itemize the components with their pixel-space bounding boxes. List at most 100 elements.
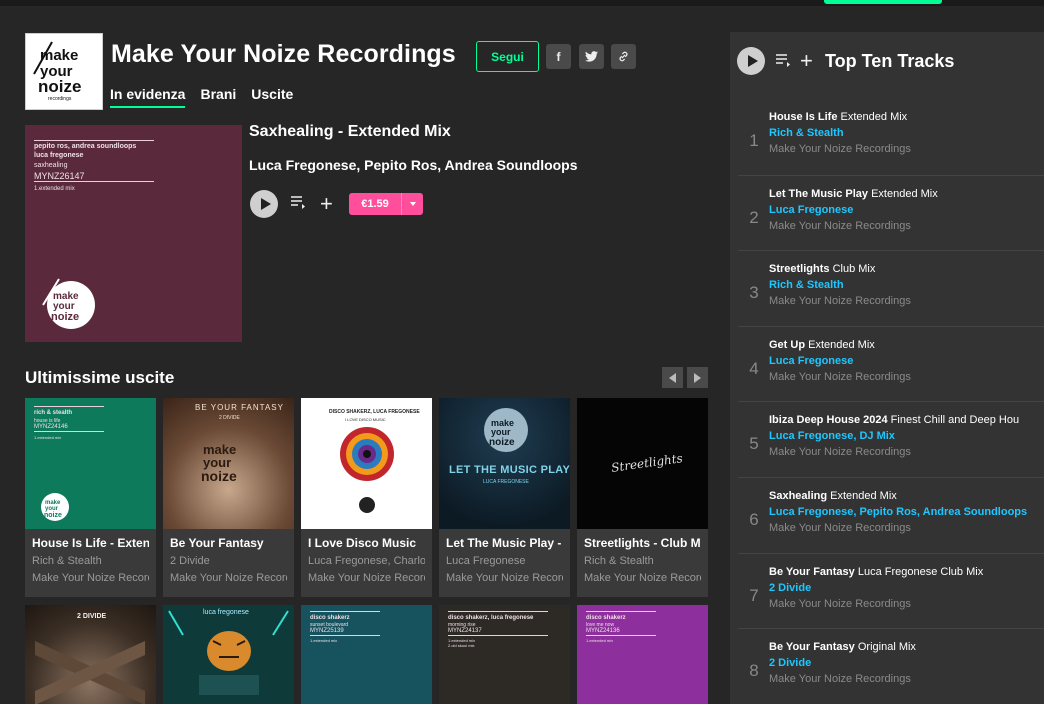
track-rank: 1: [749, 131, 759, 150]
track-artists[interactable]: 2 Divide: [769, 657, 811, 669]
track-artists[interactable]: Luca Fregonese: [769, 204, 853, 216]
carousel-prev-button[interactable]: [662, 367, 683, 388]
release-title[interactable]: I Love Disco Music: [308, 536, 425, 550]
release-card[interactable]: DISCO SHAKERZ, LUCA FREGONESE I LOVE DIS…: [301, 398, 432, 597]
track-artists[interactable]: 2 Divide: [769, 582, 811, 594]
track-label[interactable]: Make Your Noize Recordings: [769, 371, 911, 383]
svg-text:noize: noize: [489, 437, 515, 448]
release-title[interactable]: House Is Life - Exten: [32, 536, 149, 550]
track-artists[interactable]: Luca Fregonese, DJ Mix: [769, 430, 895, 442]
release-title[interactable]: Streetlights - Club M: [584, 536, 701, 550]
top-ten-row[interactable]: 3 Streetlights Club Mix Rich & Stealth M…: [738, 250, 1044, 325]
top-ten-row[interactable]: 6 Saxhealing Extended Mix Luca Fregonese…: [738, 477, 1044, 552]
track-artists[interactable]: Rich & Stealth: [769, 127, 844, 139]
top-ten-row[interactable]: 8 Be Your Fantasy Original Mix 2 Divide …: [738, 628, 1044, 703]
track-title[interactable]: Be Your Fantasy Luca Fregonese Club Mix: [769, 566, 1044, 578]
release-label[interactable]: Make Your Noize Record: [308, 572, 425, 584]
top-ten-row[interactable]: 5 Ibiza Deep House 2024 Finest Chill and…: [738, 401, 1044, 476]
featured-artwork[interactable]: pepito ros, andrea soundloops luca frego…: [25, 125, 242, 342]
track-title[interactable]: Saxhealing Extended Mix: [769, 490, 1044, 502]
release-label[interactable]: Make Your Noize Record: [170, 572, 287, 584]
track-title[interactable]: Ibiza Deep House 2024 Finest Chill and D…: [769, 414, 1044, 426]
carousel-next-button[interactable]: [687, 367, 708, 388]
art-text: MYNZ24136: [586, 628, 620, 634]
facebook-share-button[interactable]: f: [546, 44, 571, 69]
track-artists[interactable]: Luca Fregonese: [769, 355, 853, 367]
top-ten-play-button[interactable]: [737, 47, 765, 75]
top-ten-row[interactable]: 4 Get Up Extended Mix Luca Fregonese Mak…: [738, 326, 1044, 401]
featured-track-title[interactable]: Saxhealing - Extended Mix: [249, 123, 451, 141]
release-card[interactable]: disco shakerz, luca fregonese morning ri…: [439, 605, 570, 704]
svg-text:noize: noize: [201, 468, 237, 484]
art-text: LUCA FREGONESE: [483, 479, 529, 485]
track-label[interactable]: Make Your Noize Recordings: [769, 295, 911, 307]
link-icon: [619, 51, 628, 62]
buy-price-button[interactable]: €1.59: [349, 193, 423, 215]
release-card[interactable]: make your noize LET THE MUSIC PLAY LUCA …: [439, 398, 570, 597]
svg-text:noize: noize: [51, 311, 79, 323]
top-ten-row[interactable]: 1 House Is Life Extended Mix Rich & Stea…: [738, 99, 1044, 174]
release-title[interactable]: Be Your Fantasy: [170, 536, 287, 550]
svg-text:your: your: [491, 427, 511, 437]
track-title[interactable]: Get Up Extended Mix: [769, 339, 1044, 351]
track-title[interactable]: Let The Music Play Extended Mix: [769, 188, 1044, 200]
tab-tracks[interactable]: Brani: [200, 86, 236, 108]
add-to-queue-icon[interactable]: [776, 54, 792, 68]
track-title[interactable]: Be Your Fantasy Original Mix: [769, 641, 1044, 653]
add-to-playlist-icon[interactable]: +: [320, 193, 333, 215]
copy-link-button[interactable]: [611, 44, 636, 69]
release-artist[interactable]: Rich & Stealth: [32, 555, 149, 567]
track-rank: 2: [749, 208, 759, 227]
release-artist[interactable]: Rich & Stealth: [584, 555, 701, 567]
release-card[interactable]: disco shakerz love me now MYNZ24136 1.ex…: [577, 605, 708, 704]
track-label[interactable]: Make Your Noize Recordings: [769, 143, 911, 155]
release-label[interactable]: Make Your Noize Record: [584, 572, 701, 584]
top-ten-row[interactable]: 7 Be Your Fantasy Luca Fregonese Club Mi…: [738, 553, 1044, 628]
release-card[interactable]: rich & stealth house is life MYNZ24146 1…: [25, 398, 156, 597]
tab-featured[interactable]: In evidenza: [110, 86, 186, 108]
release-card[interactable]: luca fregonese: [163, 605, 294, 704]
add-to-queue-icon[interactable]: [291, 196, 307, 210]
release-card[interactable]: 2 DIVIDE: [25, 605, 156, 704]
twitter-share-button[interactable]: [579, 44, 604, 69]
release-artwork: Streetlights: [577, 398, 708, 529]
arrow-left-icon: [669, 372, 676, 383]
art-crossed-arms-icon: [35, 641, 145, 704]
follow-button[interactable]: Segui: [476, 41, 539, 72]
art-tiger-dj-icon: [168, 610, 289, 695]
track-title[interactable]: House Is Life Extended Mix: [769, 111, 1044, 123]
release-artist[interactable]: Luca Fregonese, Charlot: [308, 555, 425, 567]
featured-track-artists[interactable]: Luca Fregonese, Pepito Ros, Andrea Sound…: [249, 157, 578, 173]
price-label: €1.59: [361, 198, 389, 210]
release-artist[interactable]: 2 Divide: [170, 555, 287, 567]
release-artist[interactable]: Luca Fregonese: [446, 555, 563, 567]
price-dropdown-toggle[interactable]: [401, 193, 423, 215]
art-title: saxhealing: [34, 162, 68, 169]
track-label[interactable]: Make Your Noize Recordings: [769, 446, 911, 458]
svg-text:make: make: [40, 47, 78, 64]
art-disco-icon: [340, 427, 394, 481]
release-artwork: disco shakerz sunset boulevard MYNZ25139…: [301, 605, 432, 704]
release-label[interactable]: Make Your Noize Record: [446, 572, 563, 584]
track-label[interactable]: Make Your Noize Recordings: [769, 673, 911, 685]
track-artists[interactable]: Rich & Stealth: [769, 279, 844, 291]
art-text: MYNZ24146: [34, 424, 68, 430]
track-artists[interactable]: Luca Fregonese, Pepito Ros, Andrea Sound…: [769, 506, 1027, 518]
release-card[interactable]: disco shakerz sunset boulevard MYNZ25139…: [301, 605, 432, 704]
release-artwork: disco shakerz, luca fregonese morning ri…: [439, 605, 570, 704]
featured-play-button[interactable]: [250, 190, 278, 218]
track-label[interactable]: Make Your Noize Recordings: [769, 220, 911, 232]
top-ten-row[interactable]: 2 Let The Music Play Extended Mix Luca F…: [738, 175, 1044, 250]
track-title[interactable]: Streetlights Club Mix: [769, 263, 1044, 275]
release-label[interactable]: Make Your Noize Record: [32, 572, 149, 584]
release-card[interactable]: Streetlights Streetlights - Club M Rich …: [577, 398, 708, 597]
tab-releases[interactable]: Uscite: [251, 86, 293, 108]
release-card[interactable]: BE YOUR FANTASY 2 DIVIDE make your noize…: [163, 398, 294, 597]
track-label[interactable]: Make Your Noize Recordings: [769, 598, 911, 610]
art-divider: [34, 140, 154, 141]
track-label[interactable]: Make Your Noize Recordings: [769, 522, 911, 534]
release-title[interactable]: Let The Music Play -: [446, 536, 563, 550]
art-logo-icon: make your noize: [201, 442, 237, 484]
add-to-playlist-icon[interactable]: +: [800, 50, 813, 72]
top-bar: [0, 0, 1044, 6]
